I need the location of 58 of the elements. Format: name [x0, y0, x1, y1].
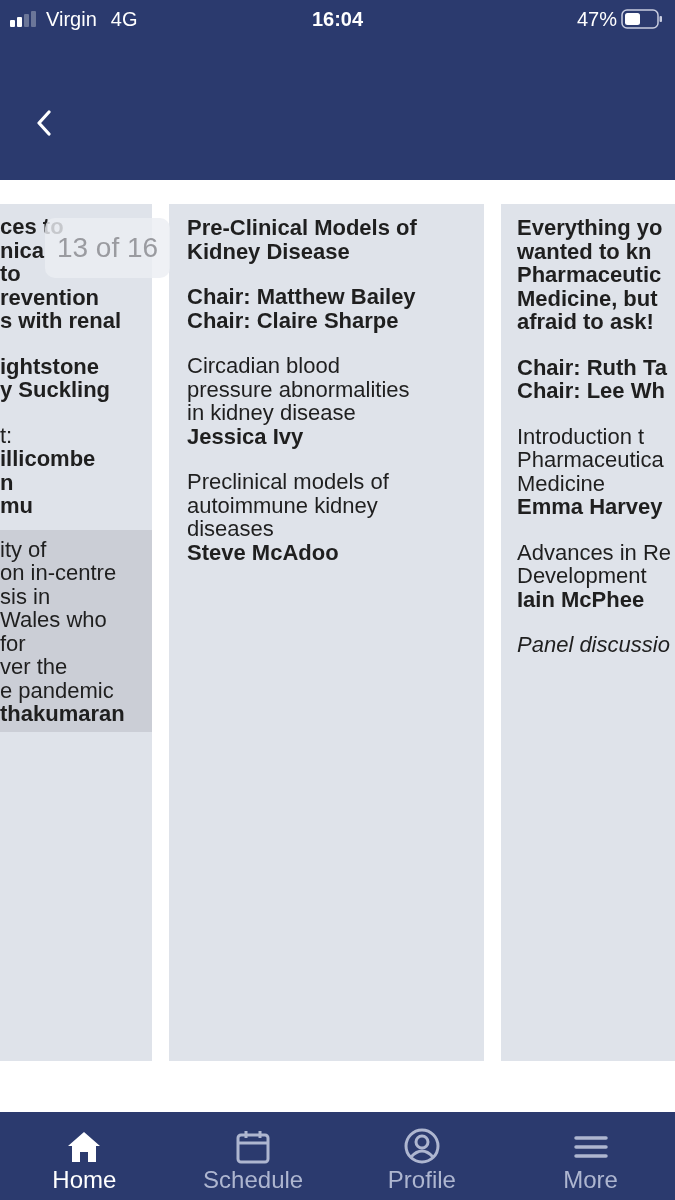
talk-title: in kidney disease [187, 401, 356, 425]
talk-title: Development [517, 564, 647, 588]
speaker-name: mu [0, 494, 33, 518]
speaker-name: thakumaran [0, 702, 125, 726]
session-title: Everything yo [517, 216, 663, 240]
chair-name: Chair: Claire Sharpe [187, 308, 399, 332]
tab-item[interactable]: Schedule [178, 1112, 329, 1200]
session-title: Pre-Clinical Models of [187, 216, 417, 240]
talk-title: pressure abnormalities [187, 377, 410, 401]
session-title: Pharmaceutic [517, 263, 662, 287]
talk-title: Preclinical models of [187, 470, 389, 494]
speaker-name: n [0, 470, 14, 494]
carrier-name: Virgin [46, 7, 97, 31]
signal-icon [10, 11, 38, 27]
battery-percent: 47% [576, 7, 617, 31]
clock-time: 16:04 [310, 7, 365, 31]
talk-title: Wales who [0, 608, 107, 632]
tab-item[interactable]: Profile [346, 1112, 497, 1200]
session-title: Medicine, but [517, 286, 658, 310]
chair-name: y Suckling [0, 378, 111, 402]
note-text: Panel discussio [517, 633, 670, 657]
speaker-name: illicombe [0, 447, 96, 471]
chair-name: ightstone [0, 354, 99, 378]
talk-title: for [0, 631, 26, 655]
session-title: s with renal [0, 309, 122, 333]
speaker-name: Steve McAdoo [187, 540, 339, 564]
talk-title: Introduction t [517, 424, 645, 448]
chair-name: Chair: Lee Wh [517, 379, 665, 403]
talk-title: ity of [0, 537, 47, 561]
speaker-name: Jessica Ivy [187, 424, 304, 448]
talk-title: Advances in Re [517, 540, 672, 564]
session-title: Kidney Disease [187, 239, 350, 263]
session-title: wanted to kn [517, 239, 652, 263]
back-chevron-icon[interactable] [36, 110, 52, 136]
session-title: to [0, 262, 21, 286]
network-type: 4G [110, 7, 138, 31]
talk-title: Medicine [517, 471, 606, 495]
speaker-name: Emma Harvey [517, 495, 663, 519]
profile-icon [403, 1128, 440, 1164]
tab-item[interactable]: Home [9, 1112, 160, 1200]
talk-title: Circadian blood [187, 354, 340, 378]
talk-title: sis in [0, 584, 51, 608]
talk-title: ver the [0, 655, 68, 679]
chair-name: Chair: Matthew Bailey [187, 285, 416, 309]
session-title: revention [0, 285, 100, 309]
session-title: afraid to ask! [517, 310, 654, 334]
chair-name: Chair: Ruth Ta [517, 355, 667, 379]
talk-title: on in-centre [0, 561, 117, 585]
speaker-name: Iain McPhee [517, 587, 645, 611]
tab-item[interactable]: More [515, 1112, 666, 1200]
battery-icon [621, 9, 663, 29]
talk-title: Pharmaceutica [517, 448, 664, 472]
talk-title: t: [0, 423, 13, 447]
calendar-icon [235, 1130, 272, 1164]
talk-title: e pandemic [0, 678, 114, 702]
talk-title: diseases [187, 517, 274, 541]
talk-title: autoimmune kidney [187, 493, 378, 517]
session-title: nica [0, 238, 45, 262]
